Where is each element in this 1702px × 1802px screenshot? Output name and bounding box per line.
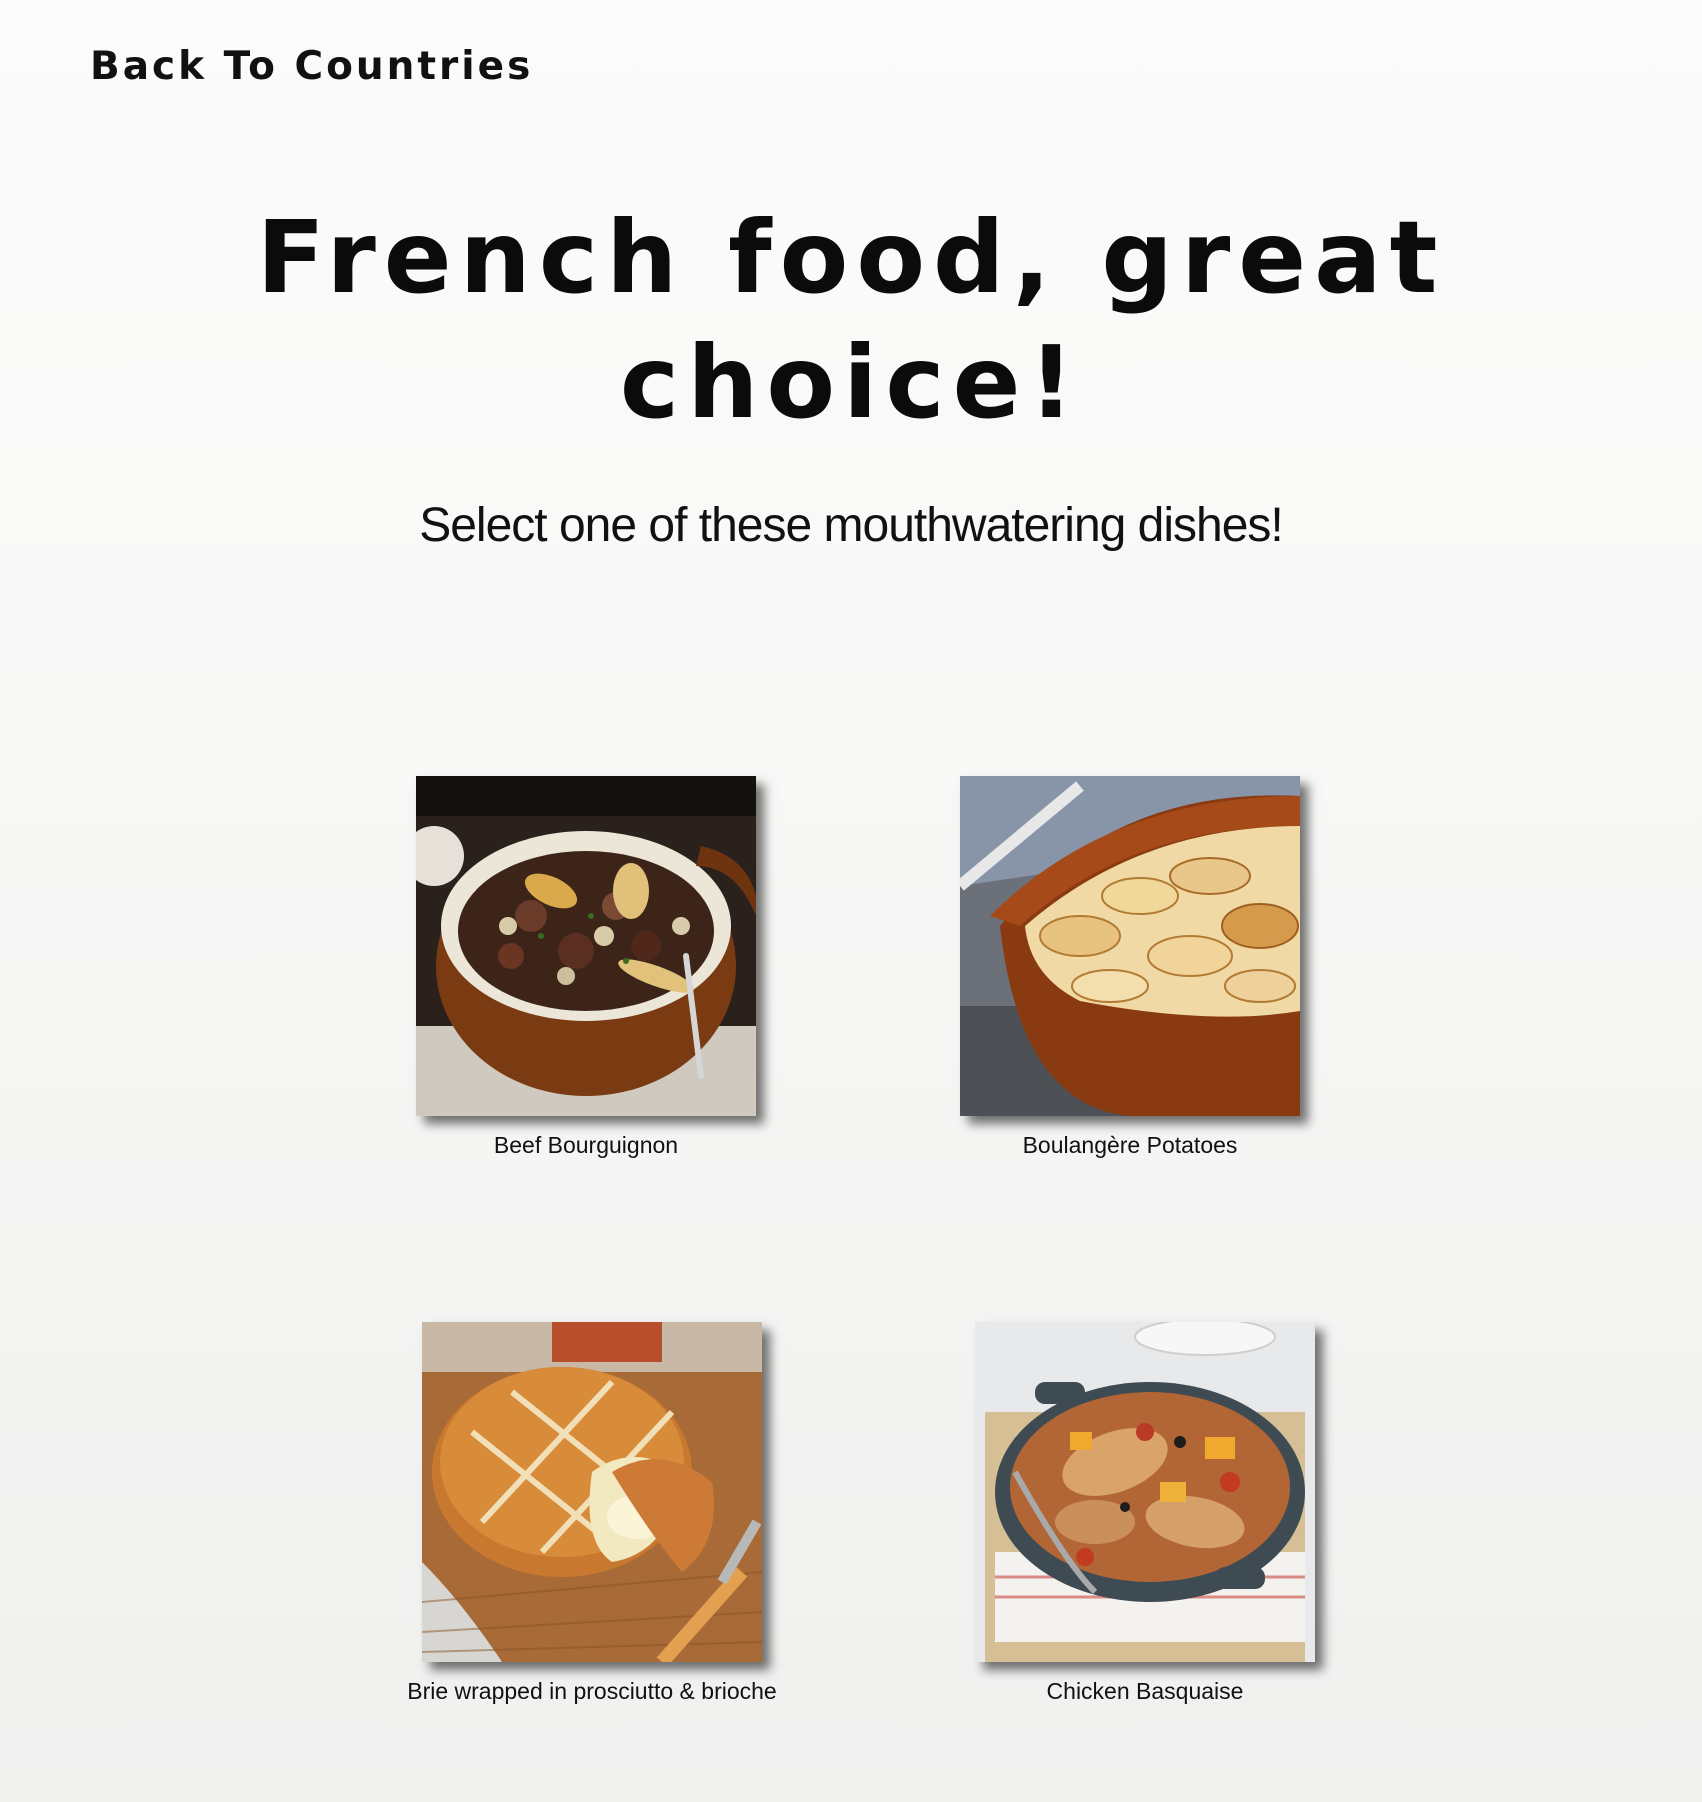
brie-brioche-photo[interactable] — [422, 1322, 762, 1662]
beef-bourguignon-photo[interactable] — [416, 776, 756, 1116]
dish-label[interactable]: Boulangère Potatoes — [920, 1132, 1340, 1159]
boulangere-potatoes-photo[interactable] — [960, 776, 1300, 1116]
dish-label[interactable]: Brie wrapped in prosciutto & brioche — [382, 1678, 802, 1705]
page-subtitle: Select one of these mouthwatering dishes… — [419, 499, 1284, 552]
back-to-countries-link[interactable]: Back To Countries — [90, 44, 533, 89]
dish-card-chicken-basquaise[interactable]: Chicken Basquaise — [935, 1322, 1355, 1705]
page-title: French food, great choice! — [0, 195, 1702, 445]
page-title-line-1: French food, great — [256, 199, 1446, 316]
dish-card-beef-bourguignon[interactable]: Beef Bourguignon — [376, 776, 796, 1159]
chicken-basquaise-photo[interactable] — [975, 1322, 1315, 1662]
dish-label[interactable]: Beef Bourguignon — [376, 1132, 796, 1159]
dish-card-boulangere-potatoes[interactable]: Boulangère Potatoes — [920, 776, 1340, 1159]
dish-card-brie-brioche[interactable]: Brie wrapped in prosciutto & brioche — [382, 1322, 802, 1705]
dish-label[interactable]: Chicken Basquaise — [935, 1678, 1355, 1705]
page-title-line-2: choice! — [619, 324, 1083, 441]
